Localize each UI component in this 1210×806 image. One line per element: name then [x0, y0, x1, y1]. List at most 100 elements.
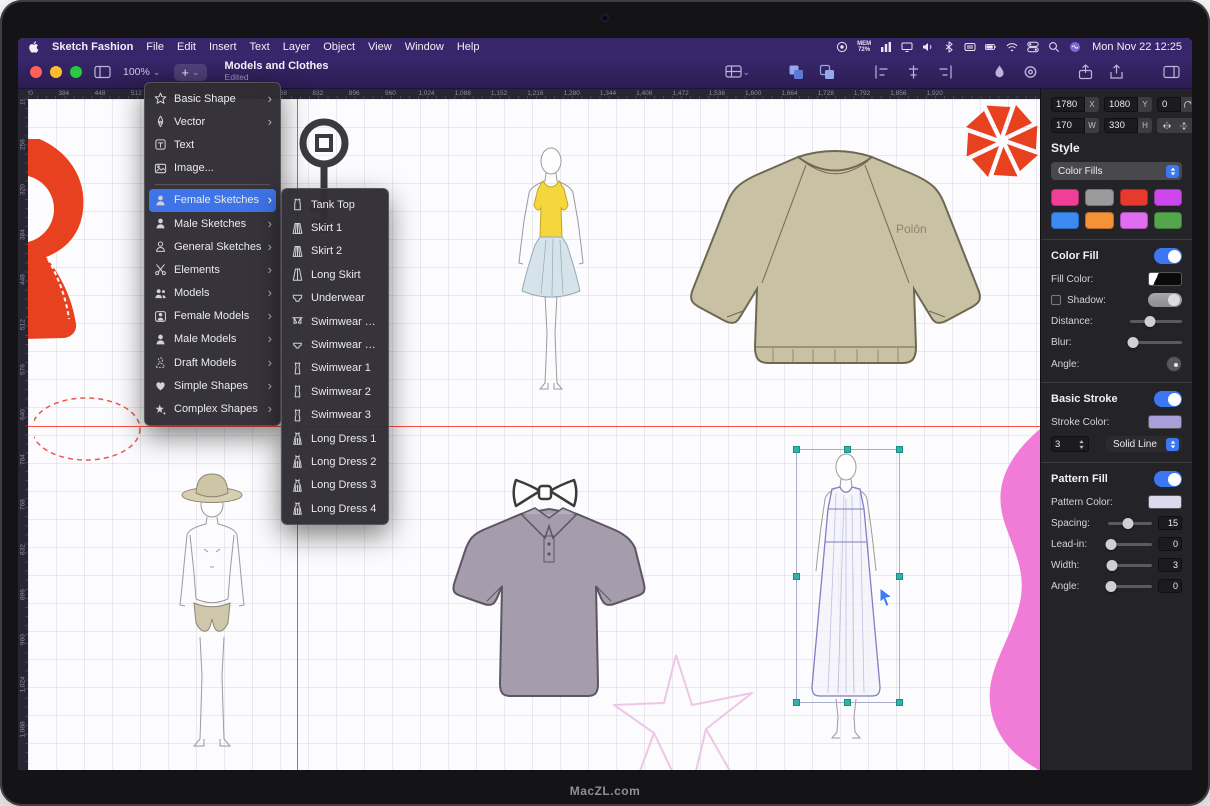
selection-handle[interactable]: [793, 699, 800, 706]
color-swatch-6[interactable]: [1085, 212, 1113, 229]
document-title[interactable]: Models and Clothes: [225, 61, 329, 72]
color-swatch-7[interactable]: [1120, 212, 1148, 229]
selection-handle[interactable]: [793, 573, 800, 580]
menu-insert[interactable]: Insert: [209, 41, 237, 53]
menu-help[interactable]: Help: [457, 41, 480, 53]
screen-record-icon[interactable]: [836, 41, 848, 53]
view-options-icon[interactable]: ⌄: [725, 64, 750, 80]
pattern-value-field[interactable]: 0: [1158, 579, 1182, 593]
align-left-icon[interactable]: [874, 64, 891, 80]
color-swatch-2[interactable]: [1085, 189, 1113, 206]
pink-wave-shape[interactable]: [975, 429, 1040, 770]
menu-item-swimwear-2[interactable]: Swimwear 2: [286, 380, 384, 403]
selection-handle[interactable]: [844, 446, 851, 453]
menu-item-basic-shape[interactable]: Basic Shape›: [149, 87, 276, 110]
color-swatch-4[interactable]: [1154, 189, 1182, 206]
menubar-clock[interactable]: Mon Nov 22 12:25: [1092, 41, 1182, 53]
menu-item-underwear[interactable]: Underwear: [286, 287, 384, 310]
menu-view[interactable]: View: [368, 41, 392, 53]
menu-item-long-skirt[interactable]: Long Skirt: [286, 263, 384, 286]
copy-style-icon[interactable]: [819, 64, 836, 80]
pattern-slider-spacing[interactable]: [1108, 522, 1152, 525]
pinwheel-star-shape[interactable]: [963, 101, 1040, 181]
control-center-icon[interactable]: [1027, 41, 1039, 53]
sidebar-toggle-icon[interactable]: [94, 64, 111, 80]
menu-window[interactable]: Window: [405, 41, 444, 53]
pattern-value-field[interactable]: 15: [1158, 516, 1182, 530]
apple-menu-icon[interactable]: [28, 41, 39, 53]
menu-item-models[interactable]: Models›: [149, 282, 276, 305]
line-style-select[interactable]: Solid Line: [1106, 436, 1182, 452]
x-position-field[interactable]: 1780X: [1051, 97, 1099, 112]
align-right-icon[interactable]: [936, 64, 953, 80]
battery-icon[interactable]: [985, 41, 997, 53]
spotlight-icon[interactable]: [1048, 41, 1060, 53]
x-value[interactable]: 1780: [1051, 97, 1085, 112]
insert-button[interactable]: +⌄: [174, 64, 206, 81]
fill-color-swatch[interactable]: [1148, 272, 1182, 286]
menu-item-skirt-2[interactable]: Skirt 2: [286, 240, 384, 263]
menu-item-swimwear-top[interactable]: Swimwear Top: [286, 310, 384, 333]
flip-horizontal-icon[interactable]: [1161, 121, 1173, 131]
zoom-window-button[interactable]: [70, 66, 82, 78]
bluetooth-icon[interactable]: [943, 41, 955, 53]
stroke-width-stepper[interactable]: 3: [1051, 436, 1089, 452]
blur-slider[interactable]: [1130, 341, 1182, 344]
app-name[interactable]: Sketch Fashion: [52, 41, 133, 53]
color-swatch-5[interactable]: [1051, 212, 1079, 229]
male-sketch-figure[interactable]: [152, 471, 272, 766]
close-window-button[interactable]: [30, 66, 42, 78]
dashed-circle-shape[interactable]: [34, 394, 152, 464]
selection-handle[interactable]: [896, 573, 903, 580]
menu-item-male-models[interactable]: Male Models›: [149, 328, 276, 351]
menu-file[interactable]: File: [146, 41, 164, 53]
selection-handle[interactable]: [844, 699, 851, 706]
menu-item-image[interactable]: Image...: [149, 157, 276, 180]
shadow-swatch[interactable]: [1148, 293, 1182, 307]
fill-color-icon[interactable]: [991, 64, 1008, 80]
menu-item-elements[interactable]: Elements›: [149, 258, 276, 281]
paste-style-icon[interactable]: [788, 64, 805, 80]
menu-item-skirt-1[interactable]: Skirt 1: [286, 216, 384, 239]
selection-handle[interactable]: [793, 446, 800, 453]
menu-item-swimwear-3[interactable]: Swimwear 3: [286, 404, 384, 427]
horizontal-guide[interactable]: [28, 426, 1040, 427]
share-icon[interactable]: [1108, 64, 1125, 80]
pattern-value-field[interactable]: 3: [1158, 558, 1182, 572]
menu-item-general-sketches[interactable]: General Sketches›: [149, 235, 276, 258]
pattern-slider-width[interactable]: [1108, 564, 1152, 567]
pattern-slider-angle[interactable]: [1108, 585, 1152, 588]
width-value[interactable]: 170: [1051, 118, 1085, 133]
stats-icon[interactable]: [880, 41, 892, 53]
menu-text[interactable]: Text: [250, 41, 270, 53]
keyboard-input-icon[interactable]: [964, 41, 976, 53]
distance-slider[interactable]: [1130, 320, 1182, 323]
menu-item-female-models[interactable]: Female Models›: [149, 305, 276, 328]
pink-star-outline-shape[interactable]: [612, 653, 772, 770]
menu-item-male-sketches[interactable]: Male Sketches›: [149, 212, 276, 235]
flip-vertical-icon[interactable]: [1178, 121, 1190, 131]
menu-item-draft-models[interactable]: Draft Models›: [149, 351, 276, 374]
menu-item-long-dress-3[interactable]: Long Dress 3: [286, 474, 384, 497]
menu-item-long-dress-1[interactable]: Long Dress 1: [286, 427, 384, 450]
export-icon[interactable]: [1077, 64, 1094, 80]
height-value[interactable]: 330: [1104, 118, 1138, 133]
basic-stroke-toggle[interactable]: [1154, 391, 1182, 407]
menu-object[interactable]: Object: [323, 41, 355, 53]
menu-item-text[interactable]: Text: [149, 133, 276, 156]
pattern-fill-toggle[interactable]: [1154, 471, 1182, 487]
menu-item-swimwear-bottom[interactable]: Swimwear Bottom: [286, 333, 384, 356]
siri-icon[interactable]: [1069, 41, 1081, 53]
display-icon[interactable]: [901, 41, 913, 53]
angle-knob[interactable]: [1166, 356, 1182, 372]
shadow-checkbox[interactable]: [1051, 295, 1061, 305]
height-field[interactable]: 330H: [1104, 118, 1152, 133]
memory-indicator[interactable]: MEM72%: [857, 41, 871, 53]
y-position-field[interactable]: 1080Y: [1104, 97, 1152, 112]
y-value[interactable]: 1080: [1104, 97, 1138, 112]
wifi-icon[interactable]: [1006, 41, 1018, 53]
menu-item-complex-shapes[interactable]: Complex Shapes›: [149, 397, 276, 420]
menu-item-female-sketches[interactable]: Female Sketches›: [149, 189, 276, 212]
color-swatch-8[interactable]: [1154, 212, 1182, 229]
selection-bounding-box[interactable]: [796, 449, 900, 703]
